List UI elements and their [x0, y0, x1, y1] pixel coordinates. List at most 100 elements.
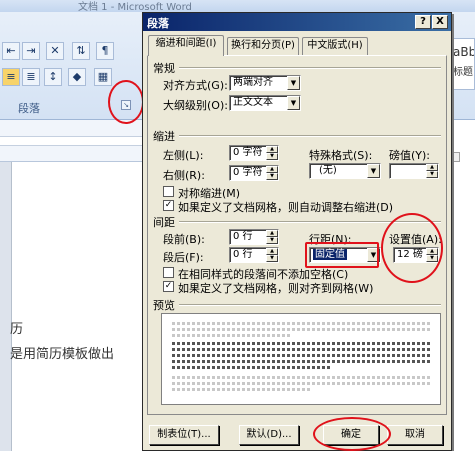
preview-next-paragraph-line	[172, 376, 430, 379]
alignment-value: 两端对齐	[233, 77, 273, 88]
indent-by-input[interactable]: ▲ ▼	[389, 163, 439, 179]
line-spacing-select[interactable]: 固定值 ▼	[309, 247, 381, 263]
space-after-value: 0 行	[233, 249, 253, 260]
preview-sample-line	[172, 366, 332, 369]
tab-indents-spacing[interactable]: 缩进和间距(I)	[148, 35, 224, 56]
outline-level-label: 大纲级别(O):	[163, 99, 228, 112]
spin-down-icon[interactable]: ▼	[266, 237, 278, 244]
sort-icon[interactable]: ⇅	[72, 42, 90, 60]
special-indent-value: (无)	[319, 165, 337, 176]
paragraph-dialog: 段落 ? X 缩进和间距(I) 换行和分页(P) 中文版式(H) 常规 对齐方式…	[142, 12, 452, 451]
spin-down-icon[interactable]: ▼	[266, 255, 278, 262]
tabs-button[interactable]: 制表位(T)...	[149, 425, 219, 445]
preview-prev-paragraph-line	[172, 322, 430, 325]
shading-icon[interactable]: ◆	[68, 68, 86, 86]
tab-line-page-breaks[interactable]: 换行和分页(P)	[227, 37, 299, 55]
divider	[179, 67, 441, 69]
mirror-indent-checkbox[interactable]	[163, 186, 174, 197]
preview-heading: 预览	[153, 299, 175, 312]
borders-icon[interactable]: ▦	[94, 68, 112, 86]
no-space-same-style-checkbox[interactable]	[163, 267, 174, 278]
outline-level-select[interactable]: 正文文本 ▼	[229, 95, 301, 111]
snap-to-grid-checkbox[interactable]: ✓	[163, 281, 174, 292]
preview-sample-line	[172, 360, 430, 363]
decrease-indent-icon[interactable]: ⇤	[2, 42, 20, 60]
special-indent-label: 特殊格式(S):	[309, 149, 373, 162]
divider	[179, 221, 441, 223]
line-spacing-icon[interactable]: ↕	[44, 68, 62, 86]
dialog-title-bar[interactable]: 段落 ? X	[143, 13, 451, 31]
preview-prev-paragraph-line	[172, 334, 292, 337]
document-text-line: 是用简历模板做出	[10, 347, 115, 362]
indent-by-label: 磅值(Y):	[389, 149, 431, 162]
ok-button[interactable]: 确定	[323, 425, 379, 445]
spin-up-icon[interactable]: ▲	[426, 248, 438, 255]
line-spacing-at-value: 12 磅	[397, 249, 423, 260]
right-indent-label: 右侧(R):	[163, 169, 205, 182]
space-after-input[interactable]: 0 行 ▲ ▼	[229, 247, 279, 263]
line-spacing-label: 行距(N):	[309, 233, 352, 246]
style-gallery[interactable]: aBb 标题	[452, 38, 475, 90]
align-left-icon[interactable]: ≡	[2, 68, 20, 86]
show-marks-icon[interactable]: ¶	[96, 42, 114, 60]
spin-down-icon[interactable]: ▼	[266, 153, 278, 160]
paragraph-dialog-launcher-icon[interactable]: ↘	[121, 100, 131, 110]
paragraph-group-label: 段落	[18, 102, 40, 115]
preview-sample-line	[172, 348, 430, 351]
close-icon[interactable]: X	[432, 15, 448, 29]
line-spacing-at-label: 设置值(A):	[389, 233, 442, 246]
auto-adjust-checkbox[interactable]: ✓	[163, 200, 174, 211]
set-default-button[interactable]: 默认(D)...	[239, 425, 299, 445]
outline-level-value: 正文文本	[233, 97, 273, 108]
space-before-label: 段前(B):	[163, 233, 205, 246]
tab-asian-typography[interactable]: 中文版式(H)	[302, 37, 368, 55]
spin-down-icon[interactable]: ▼	[426, 171, 438, 178]
spacing-heading: 间距	[153, 216, 175, 229]
general-heading: 常规	[153, 62, 175, 75]
snap-to-grid-label[interactable]: 如果定义了文档网格，则对齐到网格(W)	[178, 280, 373, 296]
preview-pane	[161, 313, 441, 405]
left-indent-value: 0 字符	[233, 147, 263, 158]
chevron-down-icon[interactable]: ▼	[287, 76, 300, 90]
spin-down-icon[interactable]: ▼	[266, 173, 278, 180]
word-title-bar: 文档 1 - Microsoft Word	[0, 0, 475, 13]
spin-up-icon[interactable]: ▲	[266, 248, 278, 255]
space-before-input[interactable]: 0 行 ▲ ▼	[229, 229, 279, 245]
alignment-select[interactable]: 两端对齐 ▼	[229, 75, 301, 91]
document-left-margin	[0, 162, 12, 451]
style-preview: aBb	[453, 45, 475, 59]
indent-heading: 缩进	[153, 130, 175, 143]
spin-up-icon[interactable]: ▲	[266, 166, 278, 173]
chevron-down-icon[interactable]: ▼	[287, 96, 300, 110]
preview-sample-line	[172, 354, 430, 357]
special-indent-select[interactable]: (无) ▼	[309, 163, 381, 179]
justify-icon[interactable]: ≣	[22, 68, 40, 86]
increase-indent-icon[interactable]: ⇥	[22, 42, 40, 60]
preview-prev-paragraph-line	[172, 328, 430, 331]
spin-up-icon[interactable]: ▲	[266, 146, 278, 153]
line-spacing-at-input[interactable]: 12 磅 ▲ ▼	[393, 247, 439, 263]
chevron-down-icon[interactable]: ▼	[367, 248, 380, 262]
preview-next-paragraph-line	[172, 388, 312, 391]
left-indent-input[interactable]: 0 字符 ▲ ▼	[229, 145, 279, 161]
left-indent-label: 左侧(L):	[163, 149, 204, 162]
preview-sample-line	[172, 342, 430, 345]
divider	[179, 304, 441, 306]
auto-adjust-label[interactable]: 如果定义了文档网格，则自动调整右缩进(D)	[178, 199, 393, 215]
space-after-label: 段后(F):	[163, 251, 204, 264]
style-label: 标题	[453, 67, 473, 78]
document-text-line: 历	[10, 322, 24, 337]
help-icon[interactable]: ?	[415, 15, 431, 29]
right-indent-input[interactable]: 0 字符 ▲ ▼	[229, 165, 279, 181]
divider	[179, 135, 441, 137]
dialog-title: 段落	[147, 17, 169, 30]
spin-up-icon[interactable]: ▲	[426, 164, 438, 171]
cancel-button[interactable]: 取消	[387, 425, 443, 445]
spin-up-icon[interactable]: ▲	[266, 230, 278, 237]
ruler-track	[0, 136, 150, 146]
space-before-value: 0 行	[233, 231, 253, 242]
chevron-down-icon[interactable]: ▼	[367, 164, 380, 178]
preview-next-paragraph-line	[172, 382, 430, 385]
spin-down-icon[interactable]: ▼	[426, 255, 438, 262]
chinese-layout-icon[interactable]: ✕	[46, 42, 64, 60]
